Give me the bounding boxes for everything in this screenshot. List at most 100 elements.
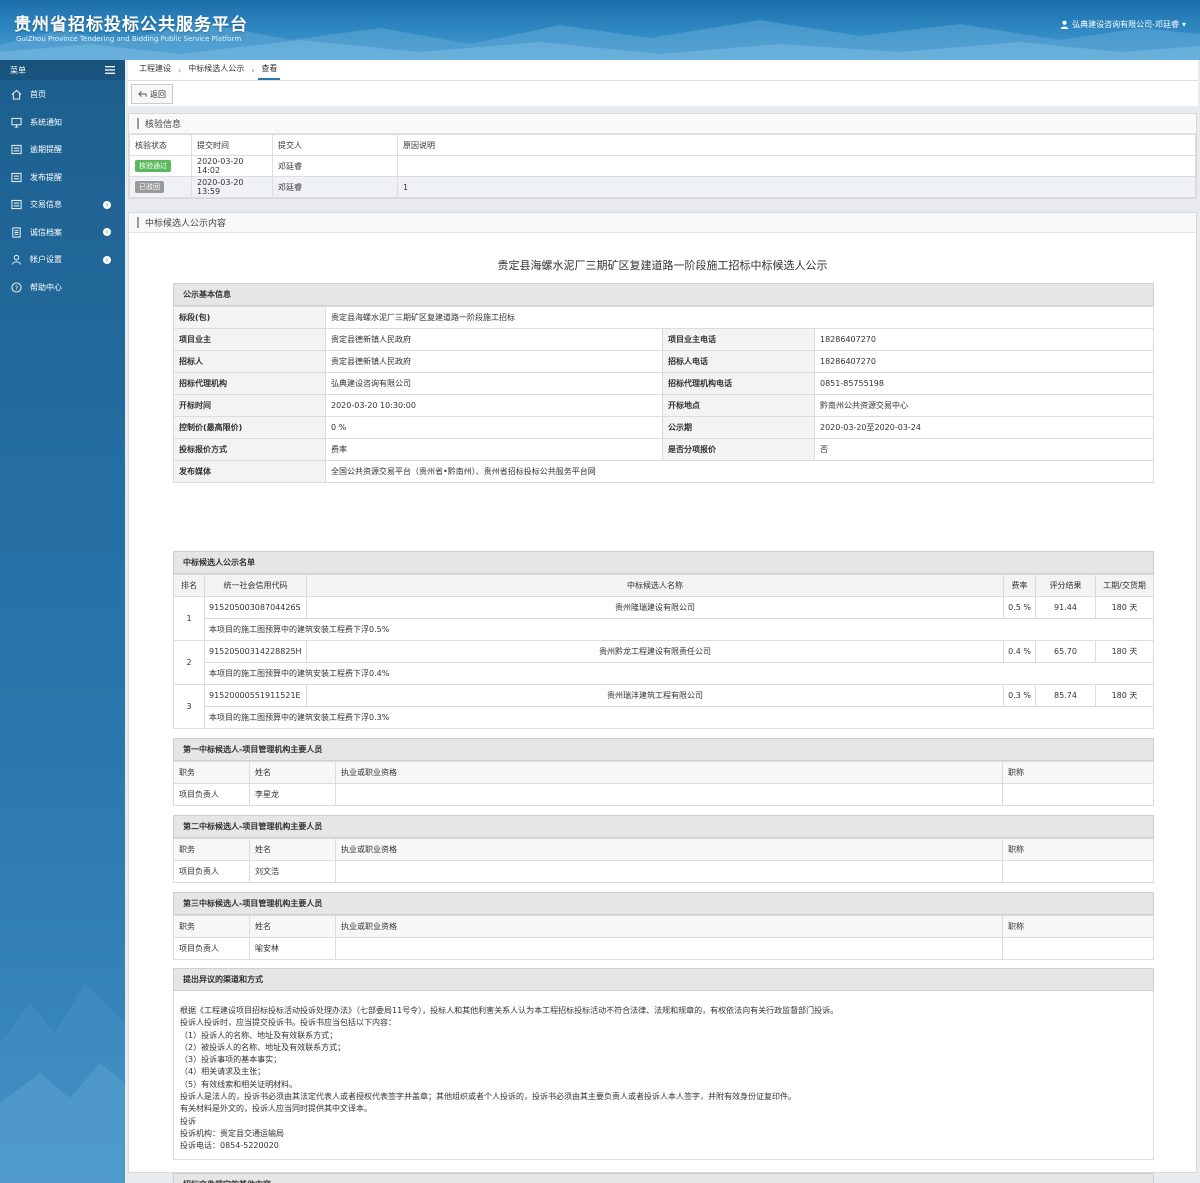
personnel-table: 职务 姓名 执业或职业资格 职称 项目负责人 刘文浩	[173, 838, 1154, 883]
back-button[interactable]: 返回	[131, 84, 173, 104]
field-label: 是否分项报价	[662, 438, 815, 461]
chevron-right-icon: ›	[178, 65, 182, 75]
column-header: 执业或职业资格	[335, 761, 1003, 784]
candidates-table: 排名 统一社会信用代码 中标候选人名称 费率 评分结果 工期/交货期 1 915…	[173, 574, 1154, 729]
table-row: 发布媒体 全国公共资源交易平台（贵州省•黔南州）、贵州省招标投标公共服务平台网	[173, 460, 1154, 483]
column-header: 提交人	[272, 134, 398, 156]
notice-title: 贵定县海螺水泥厂三期矿区复建道路一阶段施工招标中标候选人公示	[497, 259, 828, 272]
field-value: 费率	[325, 438, 663, 461]
sidebar: 菜单 首页 系统通知 逾期提醒 发布提醒 交易信息 › 诚信档案 › 帐户设置 …	[0, 60, 125, 1183]
candidate-note: 本项目的施工图预算中的建筑安装工程费下浮0.5%	[204, 618, 1154, 641]
column-header: 排名	[173, 574, 205, 597]
table-row: 开标时间 2020-03-20 10:30:00 开标地点 黔南州公共资源交易中…	[173, 394, 1154, 417]
chevron-right-icon: ›	[251, 65, 255, 75]
other-content-section: 招标文件规定的其他内容 /	[173, 1173, 1154, 1183]
list-icon	[10, 200, 22, 210]
basic-info-table: 标段(包) 贵定县海螺水泥厂三期矿区复建道路一阶段施工招标 项目业主 贵定县德新…	[173, 306, 1154, 483]
status-badge: 核验通过	[135, 160, 171, 172]
table-row: 核验通过 2020-03-20 14:02 邓廷睿	[129, 155, 1196, 177]
sidebar-item-home[interactable]: 首页	[0, 81, 125, 109]
section-header: 第一中标候选人-项目管理机构主要人员	[173, 738, 1154, 761]
user-icon	[1060, 20, 1069, 29]
field-value: 弘典建设咨询有限公司	[325, 372, 663, 395]
sidebar-item-label: 诚信档案	[30, 227, 62, 237]
column-header: 姓名	[249, 838, 336, 861]
user-name: 弘典建设咨询有限公司-邓廷睿	[1072, 20, 1179, 29]
column-header: 原因说明	[397, 134, 1196, 156]
panel-header: 中标候选人公示内容	[129, 213, 1196, 233]
candidate-name: 贵州隆瑞建设有限公司	[306, 596, 1004, 619]
duration: 180 天	[1095, 596, 1154, 619]
personnel-section-2: 第二中标候选人-项目管理机构主要人员 职务 姓名 执业或职业资格 职称 项目负责…	[173, 815, 1154, 883]
rate: 0.3 %	[1003, 684, 1036, 707]
platform-subtitle: GuiZhou Province Tendering and Bidding P…	[16, 35, 242, 43]
menu-header: 菜单	[0, 60, 125, 80]
objection-line: 投诉人投诉时，应当提交投诉书。投诉书应当包括以下内容：	[180, 1018, 396, 1028]
candidates-section: 中标候选人公示名单 排名 统一社会信用代码 中标候选人名称 费率 评分结果 工期…	[173, 551, 1154, 729]
field-value: 贵定县德新镇人民政府	[325, 328, 663, 351]
field-value: 黔南州公共资源交易中心	[814, 394, 1154, 417]
panel-title: 核验信息	[145, 120, 182, 130]
sidebar-item-credit[interactable]: 诚信档案 ›	[0, 219, 125, 247]
rank-cell: 1	[173, 596, 205, 641]
user-menu[interactable]: 弘典建设咨询有限公司-邓廷睿 ▾	[1060, 19, 1186, 30]
credit-code: 91520500314228825H	[204, 640, 307, 663]
objection-line: 投诉人是法人的，投诉书必须由其法定代表人或者授权代表签字并盖章；其他组织或者个人…	[180, 1092, 796, 1102]
candidate-name: 贵州黔龙工程建设有限责任公司	[306, 640, 1004, 663]
column-header: 职务	[173, 915, 250, 938]
table-row: 控制价(最高限价) 0 % 公示期 2020-03-20至2020-03-24	[173, 416, 1154, 439]
sidebar-item-trade[interactable]: 交易信息 ›	[0, 191, 125, 219]
objection-line: 投诉电话：0854-5220020	[180, 1141, 279, 1151]
field-label: 招标人电话	[662, 350, 815, 373]
column-header: 中标候选人名称	[306, 574, 1004, 597]
table-row: 投标报价方式 费率 是否分项报价 否	[173, 438, 1154, 461]
objection-line: 投诉	[180, 1116, 196, 1126]
table-header-row: 职务 姓名 执业或职业资格 职称	[173, 761, 1154, 784]
field-label: 招标人	[173, 350, 326, 373]
qualification	[335, 783, 1003, 806]
field-value: 2020-03-20 10:30:00	[325, 394, 663, 417]
section-header: 中标候选人公示名单	[173, 551, 1154, 574]
field-label: 公示期	[662, 416, 815, 439]
sidebar-item-publish[interactable]: 发布提醒	[0, 164, 125, 192]
submit-time: 2020-03-20 14:02	[191, 155, 273, 177]
rate: 0.4 %	[1003, 640, 1036, 663]
table-row: 项目负责人 刘文浩	[173, 860, 1154, 883]
hamburger-icon[interactable]	[105, 66, 115, 74]
submitter: 邓廷睿	[272, 155, 398, 177]
table-row: 项目负责人 喻安林	[173, 937, 1154, 960]
candidate-note: 本项目的施工图预算中的建筑安装工程费下浮0.4%	[204, 662, 1154, 685]
column-header: 职称	[1002, 761, 1154, 784]
top-header: 贵州省招标投标公共服务平台 GuiZhou Province Tendering…	[0, 0, 1200, 60]
candidate-name: 贵州瑞沣建筑工程有限公司	[306, 684, 1004, 707]
field-value: 0 %	[325, 416, 663, 439]
rate: 0.5 %	[1003, 596, 1036, 619]
check-panel: 核验信息 核验状态 提交时间 提交人 原因说明 核验通过 2020-03-20 …	[128, 113, 1197, 199]
table-row: 招标人 贵定县德新镇人民政府 招标人电话 18286407270	[173, 350, 1154, 373]
field-value: 2020-03-20至2020-03-24	[814, 416, 1154, 439]
breadcrumb-item[interactable]: 工程建设	[136, 60, 174, 80]
sidebar-item-notifications[interactable]: 系统通知	[0, 109, 125, 137]
duration: 180 天	[1095, 640, 1154, 663]
sidebar-item-overdue[interactable]: 逾期提醒	[0, 136, 125, 164]
qualification	[335, 937, 1003, 960]
column-header: 费率	[1003, 574, 1036, 597]
list-icon	[10, 145, 22, 155]
submit-time: 2020-03-20 13:59	[191, 176, 273, 198]
column-header: 工期/交货期	[1095, 574, 1154, 597]
person-name: 李星龙	[249, 783, 336, 806]
main-area: 工程建设 › 中标候选人公示 › 查看 返回 核验信息 核验状态 提交时间 提交…	[128, 60, 1198, 1183]
back-icon	[138, 90, 147, 98]
chevron-right-icon: ›	[103, 255, 111, 264]
breadcrumb-item[interactable]: 中标候选人公示	[185, 60, 247, 80]
sidebar-item-label: 系统通知	[30, 117, 62, 127]
sidebar-item-account[interactable]: 帐户设置 ›	[0, 246, 125, 274]
table-row: 标段(包) 贵定县海螺水泥厂三期矿区复建道路一阶段施工招标	[173, 306, 1154, 329]
column-header: 核验状态	[129, 134, 192, 156]
platform-title: 贵州省招标投标公共服务平台	[14, 15, 248, 35]
section-header: 招标文件规定的其他内容	[173, 1173, 1154, 1183]
help-icon: ?	[10, 282, 22, 293]
sidebar-item-help[interactable]: ? 帮助中心	[0, 274, 125, 302]
objection-line: 根据《工程建设项目招标投标活动投诉处理办法》（七部委局11号令），投标人和其他利…	[180, 1006, 839, 1015]
duration: 180 天	[1095, 684, 1154, 707]
